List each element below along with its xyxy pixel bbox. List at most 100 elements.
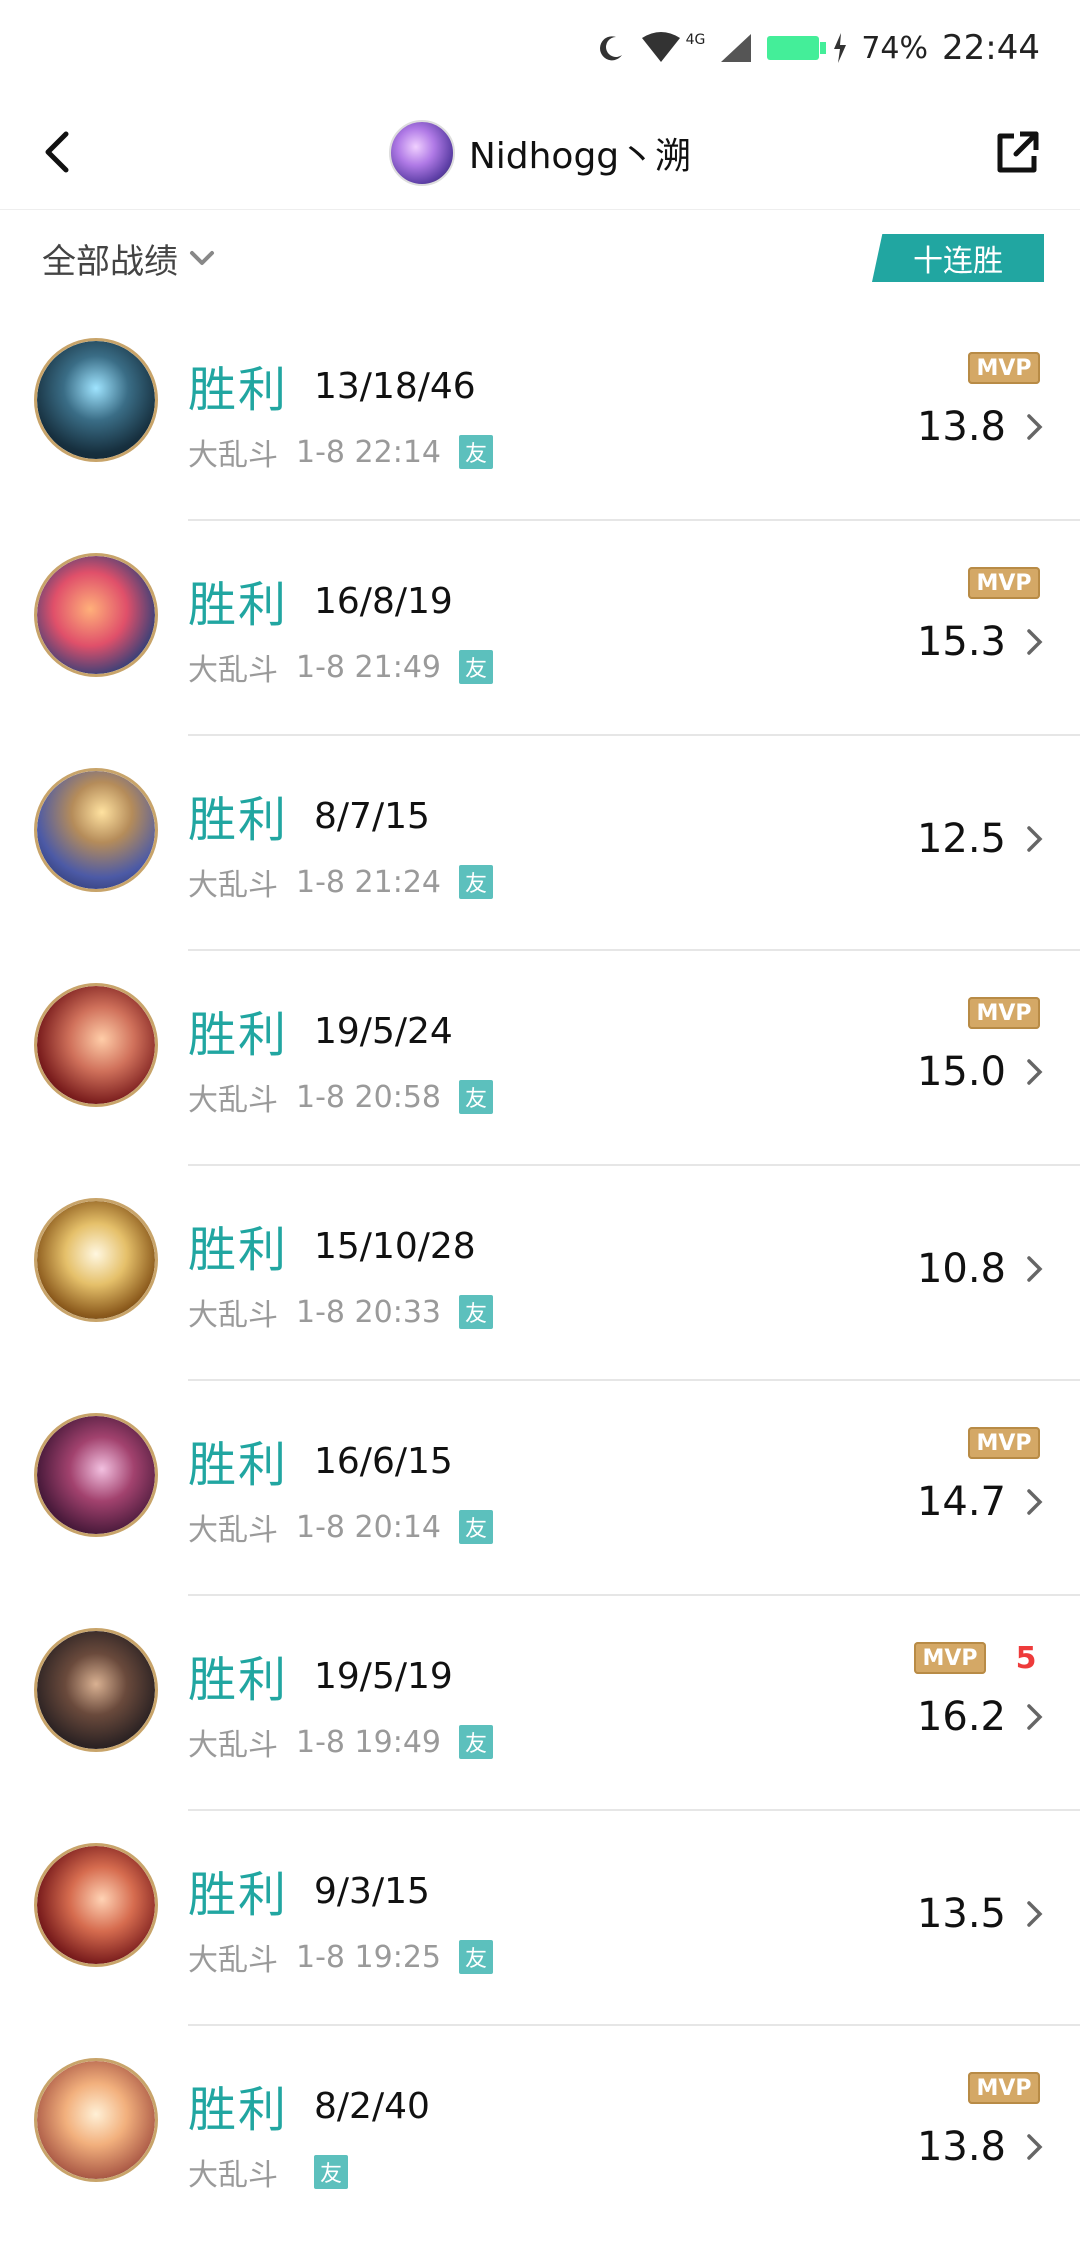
match-result: 胜利 [188,1652,289,1708]
app-header: Nidhogg丶溯 [0,96,1080,210]
hero-avatar [34,768,158,892]
friend-badge: 友 [459,1295,493,1329]
match-score: 10.8 [916,1246,1006,1292]
friend-badge: 友 [314,2155,348,2189]
share-external-icon [997,131,1039,173]
filter-label: 全部战绩 [42,242,178,282]
friend-badge: 友 [459,1725,493,1759]
match-row[interactable]: 胜利 16/8/19 大乱斗 1-8 21:49 友 MVP 15.3 [0,521,1080,736]
match-kda: 8/7/15 [314,796,430,837]
match-time: 1-8 19:25 [296,1939,441,1975]
filter-row: 全部战绩 十连胜 [0,210,1080,306]
match-meta: 大乱斗 1-8 20:58 友 [188,1075,493,1119]
match-time: 1-8 19:49 [296,1724,441,1760]
match-mode: 大乱斗 [188,1943,278,1978]
friend-badge: 友 [459,1080,493,1114]
match-score: 16.2 [916,1694,1006,1740]
chevron-right-icon [1027,2134,1043,2160]
signal-icon [719,32,753,64]
match-row[interactable]: 胜利 15/10/28 大乱斗 1-8 20:33 友 10.8 [0,1166,1080,1381]
match-score: 12.5 [916,816,1006,862]
network-type: 4G [685,32,706,48]
friend-badge: 友 [459,435,493,469]
chevron-right-icon [1027,414,1043,440]
match-mode: 大乱斗 [188,1298,278,1333]
match-kda: 16/8/19 [314,581,453,622]
match-result: 胜利 [188,362,289,418]
match-kda: 19/5/24 [314,1011,453,1052]
match-meta: 大乱斗 友 [188,2150,348,2194]
match-time: 1-8 21:24 [296,864,441,900]
hero-avatar [34,2058,158,2182]
match-result: 胜利 [188,792,289,848]
hero-avatar [34,338,158,462]
chevron-right-icon [1027,826,1043,852]
hero-ice-icon [37,341,155,459]
moon-icon [596,33,626,63]
hero-red-woman-icon [37,1846,155,1964]
match-time: 1-8 22:14 [296,434,441,470]
hero-blonde-icon [37,771,155,889]
match-mode: 大乱斗 [188,438,278,473]
match-mode: 大乱斗 [188,868,278,903]
match-row[interactable]: 胜利 8/7/15 大乱斗 1-8 21:24 友 12.5 [0,736,1080,951]
match-list: 胜利 13/18/46 大乱斗 1-8 22:14 友 MVP 13.8 胜利 … [0,306,1080,2241]
match-result: 胜利 [188,1222,289,1278]
hero-avatar [34,1198,158,1322]
match-meta: 大乱斗 1-8 20:14 友 [188,1505,493,1549]
match-meta: 大乱斗 1-8 21:49 友 [188,645,493,689]
match-mode: 大乱斗 [188,1083,278,1118]
chevron-right-icon [1027,1489,1043,1515]
chevron-down-icon [190,250,214,265]
battery-icon [767,36,827,60]
match-kda: 9/3/15 [314,1871,430,1912]
hero-avatar [34,1413,158,1537]
match-score: 15.3 [916,619,1006,665]
match-result: 胜利 [188,1867,289,1923]
match-meta: 大乱斗 1-8 19:49 友 [188,1720,493,1764]
wifi-icon [640,32,682,64]
record-filter-dropdown[interactable]: 全部战绩 [42,234,216,283]
match-meta: 大乱斗 1-8 22:14 友 [188,430,493,474]
match-meta: 大乱斗 1-8 19:25 友 [188,1935,493,1979]
match-kda: 8/2/40 [314,2086,430,2127]
match-kda: 13/18/46 [314,366,476,407]
match-row[interactable]: 胜利 8/2/40 大乱斗 友 MVP 13.8 [0,2026,1080,2241]
match-kda: 19/5/19 [314,1656,453,1697]
match-result: 胜利 [188,1437,289,1493]
match-score: 13.8 [916,2124,1006,2170]
hero-fair-woman-icon [37,2061,155,2179]
hero-red-woman-icon [37,986,155,1104]
avatar [388,120,455,186]
match-score: 13.8 [916,404,1006,450]
hero-avatar [34,553,158,677]
match-result: 胜利 [188,2082,289,2138]
hero-bearded-icon [37,1631,155,1749]
chevron-right-icon [1027,629,1043,655]
match-score: 14.7 [916,1479,1006,1525]
hero-hooded-icon [37,1416,155,1534]
match-row[interactable]: 胜利 19/5/19 大乱斗 1-8 19:49 友 MVP 5 16.2 [0,1596,1080,1811]
mvp-badge: MVP [968,567,1040,599]
match-score: 15.0 [916,1049,1006,1095]
match-time: 1-8 20:58 [296,1079,441,1115]
match-row[interactable]: 胜利 16/6/15 大乱斗 1-8 20:14 友 MVP 14.7 [0,1381,1080,1596]
match-row[interactable]: 胜利 13/18/46 大乱斗 1-8 22:14 友 MVP 13.8 [0,306,1080,521]
match-time: 1-8 20:33 [296,1294,441,1330]
match-mode: 大乱斗 [188,2158,278,2193]
match-kda: 16/6/15 [314,1441,453,1482]
match-row[interactable]: 胜利 9/3/15 大乱斗 1-8 19:25 友 13.5 [0,1811,1080,2026]
match-time: 1-8 20:14 [296,1509,441,1545]
battery-percent: 74% [861,30,929,66]
profile-title: Nidhogg丶溯 [0,96,1080,210]
mvp-badge: MVP [968,352,1040,384]
match-row[interactable]: 胜利 19/5/24 大乱斗 1-8 20:58 友 MVP 15.0 [0,951,1080,1166]
status-bar: 4G 74% 22:44 [0,0,1080,96]
share-button[interactable] [992,126,1044,178]
hero-helmet-icon [37,1201,155,1319]
mvp-badge: MVP [968,2072,1040,2104]
hero-avatar [34,1843,158,1967]
hero-red-hair-icon [37,556,155,674]
chevron-right-icon [1027,1901,1043,1927]
mvp-badge: MVP [914,1642,986,1674]
